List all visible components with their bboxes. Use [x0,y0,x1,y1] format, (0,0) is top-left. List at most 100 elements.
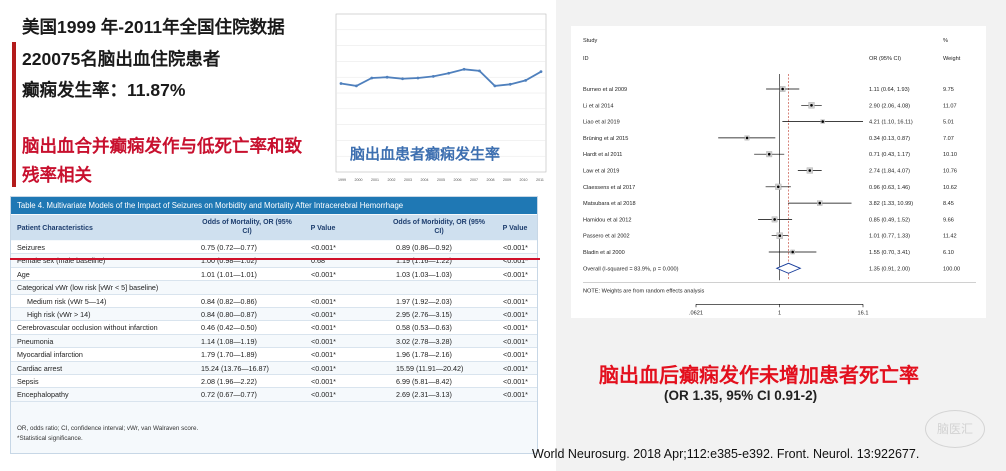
data-point [539,70,543,74]
data-point [431,75,435,78]
x-tick-label: 2008 [487,178,495,182]
table-row: Myocardial infarction 1.79 (1.70—1.89) <0.… [11,348,537,362]
study-weight: 7.07 [943,136,954,142]
study-weight: 8.45 [943,201,954,207]
table-cell: <0.001* [311,350,336,360]
data-point [401,77,404,81]
table-cell: 15.59 (11.91—20.42) [396,363,464,373]
data-point [339,82,343,85]
data-point [354,84,358,88]
table-cell: Pneumonia [17,336,54,346]
table-cell: <0.001* [503,390,528,400]
table-cell: 3.02 (2.78—3.28) [396,336,452,346]
study-name: Hamidou et al 2012 [583,217,632,223]
table-cell: 1.96 (1.78—2.16) [396,350,452,360]
table-cell: <0.001* [311,336,336,346]
seizures-highlight-line [10,258,540,260]
study-or-label: 3.82 (1.33, 10.99) [869,201,913,207]
x-tick-label: 1 [778,310,781,316]
chart-caption: 脑出血患者癫痫发生率 [350,146,501,163]
study-or-label: 2.90 (2.06, 4.08) [869,103,910,109]
study-weight: 5.01 [943,120,954,126]
watermark-logo: 脑医汇 [925,410,985,448]
column-header: Odds of Mortality, OR (95% CI) [202,219,292,235]
column-header: P Value [502,225,528,232]
table-row: Seizures 0.75 (0.72—0.77) <0.001* 0.89 (0.8… [11,241,537,255]
table-footnote-significance: *Statistical significance. [17,435,83,442]
weights-note: NOTE: Weights are from random effects an… [583,288,705,294]
x-tick-label: 2007 [470,178,478,182]
table-cell: <0.001* [503,336,528,346]
study-weight: 6.10 [943,250,954,256]
table-title: Table 4. Multivariate Models of the Impa… [11,197,537,214]
table-cell: Cerebrovascular occlusion without infarc… [17,323,158,333]
table-footnote-abbrev: OR, odds ratio; CI, confidence interval;… [17,425,199,432]
table-cell: 1.01 (1.01—1.01) [201,269,257,279]
x-tick-label: 2002 [388,178,396,182]
table-row: Age 1.01 (1.01—1.01) <0.001* 1.03 (1.03—1.0… [11,267,537,282]
study-name: Hardt et al 2011 [583,152,622,158]
table-cell: <0.001* [503,269,528,279]
data-point [385,75,389,79]
study-weight: 11.42 [943,234,957,240]
table-row: Categorical vWr (low risk [vWr < 5] base… [11,281,537,295]
header-study: Study [583,38,598,44]
table-cell: <0.001* [503,363,528,373]
table-row: Cerebrovascular occlusion without infarc… [11,321,537,335]
table-row: Pneumonia 1.14 (1.08—1.19) <0.001* 3.02 (2.… [11,334,537,349]
table-cell: 1.03 (1.03—1.03) [396,269,452,279]
x-tick-label: 1999 [338,178,346,182]
overall-label: Overall (I-squared = 83.9%, p = 0.000) [583,266,679,272]
header-weight: Weight [943,56,961,62]
study-point [810,104,813,107]
data-point [508,82,512,86]
table-cell: 0.75 (0.72—0.77) [201,243,257,252]
study-name: Burneo et al 2009 [583,87,627,93]
overall-diamond [775,262,802,274]
study-point [773,218,776,221]
data-point [416,76,420,80]
study-or-label: 2.74 (1.84, 4.07) [869,169,910,175]
multivariate-table: Table 4. Multivariate Models of the Impa… [10,196,538,454]
study-name: Bladin et al 2000 [583,250,625,256]
data-point [493,84,497,88]
table-cell: <0.001* [503,377,528,386]
x-tick-label: 2005 [437,178,445,182]
table-cell: <0.001* [311,310,336,319]
data-point [478,69,481,73]
table-cell: Myocardial infarction [17,350,83,360]
table-cell: <0.001* [503,296,528,306]
study-weight: 10.10 [943,152,957,158]
x-tick-label: 2011 [536,178,544,182]
x-tick-label: 2004 [421,178,429,182]
forest-plot: Study ID OR (95% CI)% Weight Burneo et al 20… [571,26,986,318]
header-or: OR (95% CI) [869,56,901,62]
study-name: Matsubara et al 2018 [583,201,636,207]
study-weight: 10.62 [943,185,957,191]
study-name: Liao et al 2019 [583,120,620,126]
column-header: P Value [310,225,336,232]
table-cell: Sepsis [17,377,39,386]
x-tick-label: 2001 [371,178,379,182]
table-cell: 6.99 (5.81—8.42) [396,377,452,386]
table-cell: <0.001* [311,296,336,306]
table-cell: Categorical vWr (low risk [vWr < 5] base… [17,283,159,293]
study-or-label: 0.34 (0.13, 0.87) [869,136,910,142]
table-header-row: Patient Characteristics Odds of Mortality… [11,215,537,240]
table-cell: 1.97 (1.92—2.03) [396,296,452,306]
table-row: Cardiac arrest 15.24 (13.76—16.87) <0.001*… [11,361,537,375]
table-cell: Medium risk (vWr 5—14) [27,296,107,306]
study-weight: 10.76 [943,169,957,175]
table-cell: <0.001* [311,390,336,400]
study-name: Passero et al 2002 [583,234,630,240]
study-name: Li et al 2014 [583,103,613,109]
table-cell: <0.001* [311,243,336,252]
table-row: Encephalopathy 0.72 (0.67—0.77) <0.001* 2.6… [11,388,537,402]
table-cell: 15.24 (13.76—16.87) [201,363,269,373]
column-header: Odds of Morbidity, OR (95% CI) [392,219,486,235]
table-cell: <0.001* [311,377,336,386]
x-tick-label: 2003 [404,178,412,182]
x-tick-label: 2010 [520,178,528,182]
study-point [767,152,771,156]
table-cell: 2.08 (1.96—2.22) [201,377,257,386]
